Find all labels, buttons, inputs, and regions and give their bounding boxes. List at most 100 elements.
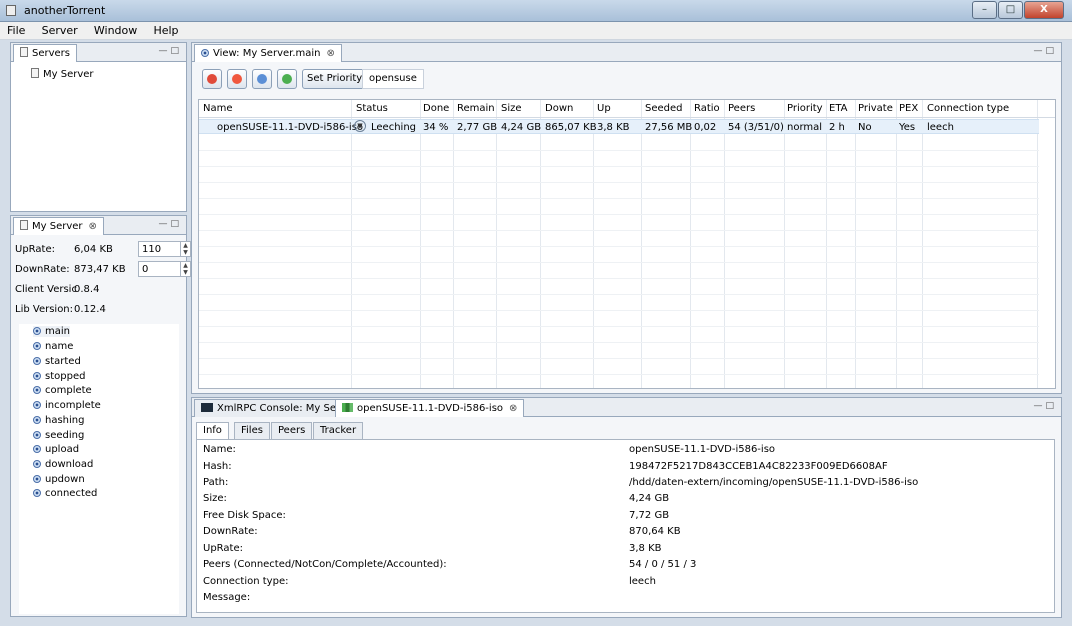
column-header-size[interactable]: Size <box>501 103 522 114</box>
servers-minmax-icons[interactable]: —□ <box>158 46 182 56</box>
refresh-button[interactable] <box>277 69 297 89</box>
downrate-limit-value: 0 <box>142 264 149 275</box>
cell-up: 3,8 KB <box>597 122 630 133</box>
downrate-value: 873,47 KB <box>74 264 126 275</box>
column-header-priority[interactable]: Priority <box>787 103 823 114</box>
view-icon <box>33 357 41 365</box>
views-list: main name started stopped complete incom… <box>19 324 179 614</box>
stop-icon <box>232 74 242 84</box>
torrent-table: Name Status Done Remain Size Down Up See… <box>198 99 1056 389</box>
menu-file[interactable]: File <box>0 22 31 39</box>
view-stopped[interactable]: stopped <box>33 371 85 382</box>
view-upload[interactable]: upload <box>33 444 79 455</box>
cell-seeded: 27,56 MB <box>645 122 693 133</box>
view-connected[interactable]: connected <box>33 488 97 499</box>
server-icon <box>20 220 28 230</box>
info-value: 7,72 GB <box>629 510 670 521</box>
menu-window[interactable]: Window <box>87 22 143 39</box>
close-tab-icon[interactable]: ⊗ <box>509 403 517 414</box>
view-icon <box>33 416 41 424</box>
view-label: stopped <box>45 371 86 382</box>
play-icon <box>257 74 267 84</box>
row-separator <box>199 246 1039 247</box>
stop-button[interactable] <box>227 69 247 89</box>
view-incomplete[interactable]: incomplete <box>33 400 101 411</box>
my-server-minmax-icons[interactable]: —□ <box>158 219 182 229</box>
col-divider <box>351 100 352 388</box>
uprate-limit-spinner[interactable]: 110 ▲ ▼ <box>138 241 191 257</box>
view-icon <box>33 372 41 380</box>
subtab-tracker[interactable]: Tracker <box>313 422 364 440</box>
title-bar[interactable]: anotherTorrent – □ X <box>0 0 1072 22</box>
menu-server[interactable]: Server <box>35 22 84 39</box>
column-header-status[interactable]: Status <box>356 103 388 114</box>
spinner-arrows-icon[interactable]: ▲ ▼ <box>180 242 190 256</box>
close-button[interactable]: X <box>1024 1 1064 19</box>
view-updown[interactable]: updown <box>33 474 85 485</box>
column-header-up[interactable]: Up <box>597 103 611 114</box>
subtab-peers[interactable]: Peers <box>271 422 313 440</box>
tab-torrent-details[interactable]: openSUSE-11.1-DVD-i586-iso ⊗ <box>335 399 525 417</box>
view-icon <box>201 49 209 57</box>
info-label: Name: <box>203 444 236 455</box>
info-label: Free Disk Space: <box>203 510 286 521</box>
status-dropdown-icon[interactable]: ▼ <box>354 120 366 132</box>
uprate-limit-value: 110 <box>142 244 162 255</box>
close-tab-icon[interactable]: ⊗ <box>327 48 335 59</box>
tab-servers[interactable]: Servers <box>13 44 78 62</box>
row-separator <box>199 278 1039 279</box>
col-divider <box>690 100 691 388</box>
column-header-done[interactable]: Done <box>423 103 449 114</box>
view-main[interactable]: main <box>33 326 70 337</box>
server-icon <box>20 47 28 57</box>
filter-field[interactable]: opensuse <box>362 69 424 89</box>
view-hashing[interactable]: hashing <box>33 415 84 426</box>
column-header-private[interactable]: Private <box>858 103 893 114</box>
set-priority-button[interactable]: Set Priority <box>302 69 368 89</box>
downrate-limit-spinner[interactable]: 0 ▲ ▼ <box>138 261 191 277</box>
subtab-files[interactable]: Files <box>234 422 270 440</box>
col-divider <box>724 100 725 388</box>
view-minmax-icons[interactable]: —□ <box>1033 46 1057 56</box>
col-divider <box>922 100 923 388</box>
view-tab-header: View: My Server.main ⊗ —□ <box>192 43 1061 62</box>
view-seeding[interactable]: seeding <box>33 430 84 441</box>
tab-my-server[interactable]: My Server ⊗ <box>13 217 104 235</box>
bottom-minmax-icons[interactable]: —□ <box>1033 401 1057 411</box>
column-header-peers[interactable]: Peers <box>728 103 755 114</box>
menu-help[interactable]: Help <box>146 22 184 39</box>
column-header-connection-type[interactable]: Connection type <box>927 103 1009 114</box>
column-header-seeded[interactable]: Seeded <box>645 103 683 114</box>
maximize-button[interactable]: □ <box>998 1 1023 19</box>
view-complete[interactable]: complete <box>33 385 92 396</box>
view-label: connected <box>45 488 98 499</box>
view-name[interactable]: name <box>33 341 73 352</box>
column-header-pex[interactable]: PEX <box>899 103 918 114</box>
view-download[interactable]: download <box>33 459 93 470</box>
start-button[interactable] <box>252 69 272 89</box>
view-label: upload <box>45 444 80 455</box>
minimize-button[interactable]: – <box>972 1 997 19</box>
spinner-arrows-icon[interactable]: ▲ ▼ <box>180 262 190 276</box>
close-tab-icon[interactable]: ⊗ <box>89 221 97 232</box>
view-icon <box>33 475 41 483</box>
view-label: incomplete <box>45 400 101 411</box>
column-header-eta[interactable]: ETA <box>829 103 848 114</box>
tab-view-main[interactable]: View: My Server.main ⊗ <box>194 44 342 62</box>
row-separator <box>199 342 1039 343</box>
cell-eta: 2 h <box>829 122 845 133</box>
view-started[interactable]: started <box>33 356 81 367</box>
view-icon <box>33 327 41 335</box>
column-header-name[interactable]: Name <box>203 103 233 114</box>
remove-button[interactable] <box>202 69 222 89</box>
column-header-ratio[interactable]: Ratio <box>694 103 720 114</box>
column-header-down[interactable]: Down <box>545 103 573 114</box>
info-label: DownRate: <box>203 526 258 537</box>
tree-item-my-server[interactable]: My Server <box>31 68 94 80</box>
torrent-details-panel: XmlRPC Console: My Server openSUSE-11.1-… <box>191 397 1062 618</box>
app-icon <box>6 5 16 16</box>
window-controls: – □ X <box>971 1 1064 19</box>
table-row[interactable]: openSUSE-11.1-DVD-i586-iso ▼ Leeching 34… <box>199 119 1039 134</box>
row-separator <box>199 326 1039 327</box>
column-header-remain[interactable]: Remain <box>457 103 495 114</box>
